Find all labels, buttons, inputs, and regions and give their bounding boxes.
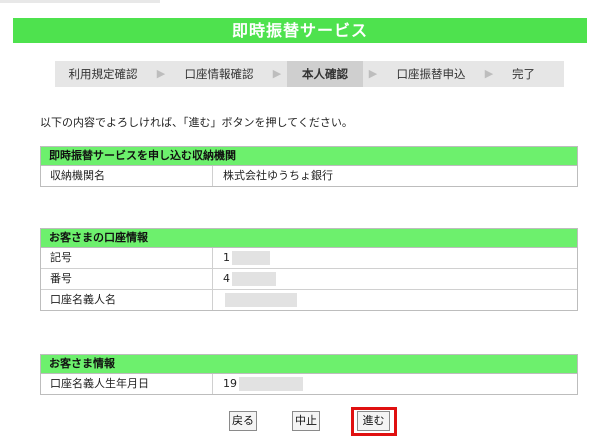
step-terms-confirm: 利用規定確認 xyxy=(68,67,138,81)
redacted-block xyxy=(239,377,303,391)
step-transfer-application: 口座振替申込 xyxy=(396,67,466,81)
redacted-block xyxy=(232,251,270,265)
row-value: 19 xyxy=(213,374,577,394)
instruction-text: 以下の内容でよろしければ、「進む」ボタンを押してください。 xyxy=(40,116,353,129)
progress-steps: 利用規定確認 ▶ 口座情報確認 ▶ 本人確認 ▶ 口座振替申込 ▶ 完了 xyxy=(55,61,564,87)
step-complete: 完了 xyxy=(512,67,535,81)
row-value xyxy=(213,290,577,310)
table-row: 収納機関名 株式会社ゆうちょ銀行 xyxy=(41,166,577,186)
redacted-block xyxy=(225,293,297,307)
section-heading: お客さまの口座情報 xyxy=(41,229,577,248)
account-symbol-value: 1 xyxy=(223,251,230,264)
step-arrow-icon: ▶ xyxy=(272,67,282,80)
table-row: 記号 1 xyxy=(41,248,577,269)
step-arrow-icon: ▶ xyxy=(156,67,166,80)
step-arrow-icon: ▶ xyxy=(484,67,494,80)
redacted-block xyxy=(232,272,276,286)
next-button-highlight xyxy=(351,407,397,436)
birth-date-value: 19 xyxy=(223,377,237,390)
account-info-section: お客さまの口座情報 記号 1 番号 4 口座名義人名 xyxy=(40,228,578,311)
row-label: 収納機関名 xyxy=(41,166,213,186)
row-label: 口座名義人生年月日 xyxy=(41,374,213,394)
step-arrow-icon: ▶ xyxy=(368,67,378,80)
table-row: 番号 4 xyxy=(41,269,577,290)
row-value: 株式会社ゆうちょ銀行 xyxy=(223,169,333,182)
account-number-value: 4 xyxy=(223,272,230,285)
row-label: 記号 xyxy=(41,248,213,268)
step-identity-confirm: 本人確認 xyxy=(287,61,363,87)
top-strip xyxy=(0,0,160,3)
page-title: 即時振替サービス xyxy=(13,18,587,43)
row-label: 番号 xyxy=(41,269,213,289)
step-account-info-confirm: 口座情報確認 xyxy=(184,67,254,81)
customer-info-section: お客さま情報 口座名義人生年月日 19 xyxy=(40,354,578,395)
row-value: 1 xyxy=(213,248,577,268)
cancel-button[interactable]: 中止 xyxy=(292,411,320,431)
table-row: 口座名義人生年月日 19 xyxy=(41,374,577,394)
section-heading: お客さま情報 xyxy=(41,355,577,374)
institution-section: 即時振替サービスを申し込む収納機関 収納機関名 株式会社ゆうちょ銀行 xyxy=(40,146,578,187)
back-button[interactable]: 戻る xyxy=(229,411,257,431)
row-label: 口座名義人名 xyxy=(41,290,213,310)
row-value: 4 xyxy=(213,269,577,289)
section-heading: 即時振替サービスを申し込む収納機関 xyxy=(41,147,577,166)
button-bar: 戻る 中止 進む xyxy=(0,411,600,435)
table-row: 口座名義人名 xyxy=(41,290,577,310)
